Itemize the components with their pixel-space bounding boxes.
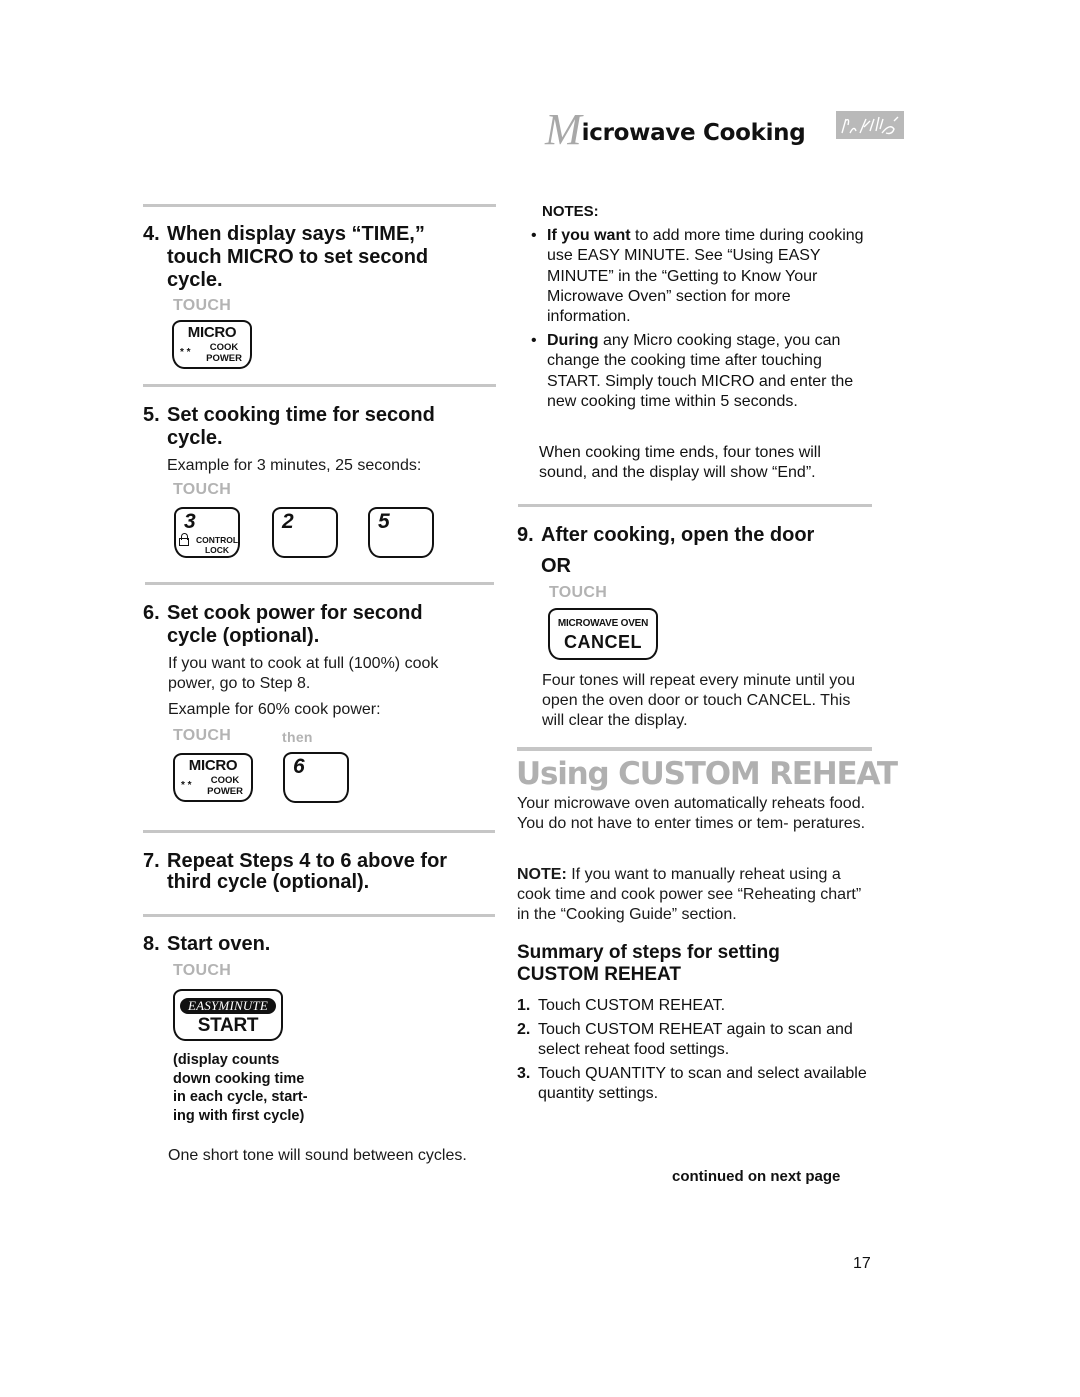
divider <box>143 204 496 207</box>
summary-step: 2. Touch CUSTOM REHEAT again to scan and… <box>517 1020 872 1061</box>
summary-step-text: Touch CUSTOM REHEAT. <box>538 997 726 1014</box>
divider <box>143 384 496 387</box>
touch-label: TOUCH <box>173 481 232 498</box>
caption-line: (display counts <box>173 1052 280 1068</box>
step-5-heading: 5. Set cooking time for second cycle. <box>143 404 473 450</box>
header-title: icrowave Cooking <box>581 120 806 146</box>
key-sublabel: COOK POWER <box>207 775 243 797</box>
summary-step-number: 1. <box>517 997 531 1014</box>
step-number: 8. <box>143 933 160 955</box>
key-label: MICROWAVE OVEN <box>557 618 649 629</box>
example-text: Example for 3 minutes, 25 seconds: <box>167 457 422 474</box>
divider <box>517 747 872 751</box>
key-digit: 6 <box>293 755 305 778</box>
divider <box>143 830 495 833</box>
step-text: Repeat Steps 4 to 6 above for third cycl… <box>167 850 448 893</box>
cooking-ends-text: When cooking time ends, four tones will … <box>539 444 821 482</box>
step-number: 9. <box>517 524 534 546</box>
divider <box>518 504 872 507</box>
lock-icon <box>179 533 189 546</box>
or-label: OR <box>541 555 571 577</box>
key-sublabel: CONTROL LOCK <box>196 535 239 555</box>
stars-icon: * * <box>181 780 192 791</box>
bullet-icon: • <box>531 227 537 244</box>
custom-reheat-intro: Your microwave oven automatically reheat… <box>517 795 866 832</box>
example-text: Example for 60% cook power: <box>168 701 381 718</box>
stars-icon: * * <box>180 347 191 358</box>
signature-logo-icon <box>836 111 904 139</box>
key-label: CANCEL <box>564 632 642 652</box>
custom-reheat-title: Using CUSTOM REHEAT <box>516 756 898 792</box>
key-digit: 3 <box>184 510 196 533</box>
summary-heading-line: Summary of steps for setting <box>517 942 780 963</box>
step-text: Start oven. <box>167 933 271 955</box>
digit-6-button[interactable]: 6 <box>283 752 349 803</box>
touch-label: TOUCH <box>173 727 232 744</box>
step-number: 7. <box>143 850 160 872</box>
micro-cook-power-button[interactable]: MICRO * * COOK POWER <box>173 753 253 802</box>
easy-minute-label: EASYMINUTE <box>180 998 276 1014</box>
digit-5-button[interactable]: 5 <box>368 507 434 558</box>
divider <box>143 914 495 917</box>
bullet-icon: • <box>531 332 537 349</box>
note-bold: During <box>547 332 599 349</box>
easy-minute-start-button[interactable]: EASYMINUTE START <box>173 989 283 1041</box>
between-cycles-text: One short tone will sound between cycles… <box>168 1147 467 1164</box>
touch-label: TOUCH <box>173 297 232 314</box>
key-label: MICRO <box>188 757 238 774</box>
step-6-heading: 6. Set cook power for second cycle (opti… <box>143 602 473 648</box>
step-text: After cooking, open the door <box>541 524 815 546</box>
notes-title: NOTES: <box>542 203 599 220</box>
caption-line: in each cycle, start- <box>173 1089 308 1105</box>
step-text: Set cook power for second cycle (optiona… <box>167 602 423 647</box>
key-label: MICRO <box>187 324 237 341</box>
touch-label: TOUCH <box>549 584 608 601</box>
summary-step: 3. Touch QUANTITY to scan and select ava… <box>517 1064 872 1105</box>
key-sublabel: COOK POWER <box>206 342 242 364</box>
caption-line: ing with first cycle) <box>173 1107 305 1124</box>
continued-note: continued on next page <box>672 1168 841 1185</box>
summary-step-text: Touch QUANTITY to scan and select availa… <box>538 1064 867 1103</box>
summary-step-text: Touch CUSTOM REHEAT again to scan and se… <box>538 1020 853 1059</box>
digit-2-button[interactable]: 2 <box>272 507 338 558</box>
then-label: then <box>282 729 313 745</box>
section-header: M icrowave Cooking <box>545 100 806 154</box>
step-number: 6. <box>143 602 160 624</box>
step-4-heading: 4. When display says “TIME,” touch MICRO… <box>143 223 473 292</box>
step-text: When display says “TIME,” touch MICRO to… <box>167 223 429 291</box>
step-number: 5. <box>143 404 160 426</box>
summary-heading-line: CUSTOM REHEAT <box>517 964 681 985</box>
summary-step-number: 3. <box>517 1064 531 1082</box>
note-label: NOTE: <box>517 866 567 883</box>
touch-label: TOUCH <box>173 962 232 979</box>
note-bold: If you want <box>547 227 631 244</box>
header-initial: M <box>545 105 582 154</box>
step-text: Set cooking time for second cycle. <box>167 404 435 449</box>
step-7-heading: 7. Repeat Steps 4 to 6 above for third c… <box>143 851 483 893</box>
summary-steps: 1. Touch CUSTOM REHEAT. 2. Touch CUSTOM … <box>517 996 872 1108</box>
step-8-heading: 8. Start oven. <box>143 933 473 956</box>
micro-cook-power-button[interactable]: MICRO * * COOK POWER <box>172 320 252 369</box>
step-6-info: If you want to cook at full (100%) cook … <box>168 655 439 692</box>
summary-step-number: 2. <box>517 1020 531 1038</box>
note-item: • If you want to add more time during co… <box>531 226 871 327</box>
custom-reheat-note: NOTE: If you want to manually reheat usi… <box>517 865 872 925</box>
start-caption: (display counts down cooking time in eac… <box>173 1051 308 1125</box>
step-9-text: Four tones will repeat every minute unti… <box>542 672 856 729</box>
key-digit: 5 <box>378 510 390 533</box>
caption-line: down cooking time <box>173 1070 305 1087</box>
key-digit: 2 <box>282 510 294 533</box>
note-item: • During any Micro cooking stage, you ca… <box>531 331 871 412</box>
digit-3-control-lock-button[interactable]: 3 CONTROL LOCK <box>174 507 240 558</box>
microwave-oven-cancel-button[interactable]: MICROWAVE OVEN CANCEL <box>548 608 658 660</box>
divider <box>145 582 494 585</box>
page-number: 17 <box>853 1255 871 1272</box>
summary-step: 1. Touch CUSTOM REHEAT. <box>517 996 872 1017</box>
summary-heading: Summary of steps for setting CUSTOM REHE… <box>517 942 780 986</box>
step-9-heading: 9. After cooking, open the door <box>517 524 877 547</box>
note-text: If you want to manually reheat using a c… <box>517 866 862 923</box>
start-label: START <box>197 1015 259 1036</box>
step-number: 4. <box>143 223 160 245</box>
